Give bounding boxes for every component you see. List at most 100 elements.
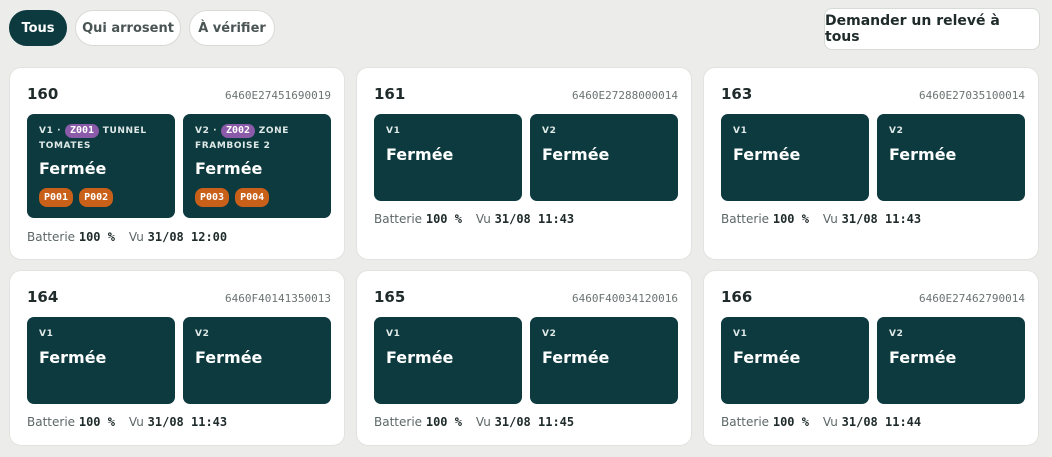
controller-id: 163 — [721, 85, 753, 103]
zone-tag[interactable]: Z002 — [220, 124, 256, 138]
seen-label: Vu — [128, 230, 144, 244]
separator: · — [57, 126, 62, 136]
plant-tags: P001 P002 — [39, 188, 114, 207]
valve-label: V1 — [39, 329, 54, 339]
valve-label: V1 — [386, 126, 401, 136]
valve-label: V1 — [39, 126, 54, 136]
status-line: Batterie 100 % Vu 31/08 11:45 — [374, 415, 574, 429]
zone-tag[interactable]: Z001 — [64, 124, 100, 138]
battery-label: Batterie — [721, 415, 770, 429]
valve-state: Fermée — [39, 159, 107, 178]
controller-id: 166 — [721, 288, 753, 306]
valve-label: V1 — [386, 329, 401, 339]
controller-card[interactable]: 164 6460F40141350013 V1 Fermée V2 Fermée… — [9, 270, 345, 446]
valve-list: V1 Fermée V2 Fermée — [721, 317, 1025, 404]
status-line: Batterie 100 % Vu 31/08 11:43 — [721, 212, 921, 226]
controller-card[interactable]: 163 6460E27035100014 V1 Fermée V2 Fermée… — [703, 67, 1039, 260]
valve-header: V1 · Z001 TUNNEL TOMATES — [39, 124, 163, 154]
seen-label: Vu — [822, 212, 838, 226]
valve-tile[interactable]: V2 Fermée — [877, 317, 1025, 404]
separator: · — [213, 126, 218, 136]
plant-tag[interactable]: P001 — [39, 188, 74, 207]
plant-tag[interactable]: P002 — [79, 188, 114, 207]
seen-value: 31/08 11:45 — [494, 415, 575, 429]
filter-all-chip[interactable]: Tous — [9, 10, 67, 46]
valve-tile[interactable]: V2 Fermée — [530, 317, 678, 404]
battery-value: 100 % — [425, 415, 462, 429]
valve-tile[interactable]: V1 Fermée — [374, 317, 522, 404]
filter-bar: Tous Qui arrosent À vérifier Demander un… — [9, 8, 1040, 50]
controller-serial: 6460E27451690019 — [225, 89, 331, 102]
valve-tile[interactable]: V1 Fermée — [721, 114, 869, 201]
valve-list: V1 Fermée V2 Fermée — [721, 114, 1025, 201]
request-reading-all-button[interactable]: Demander un relevé à tous — [824, 8, 1040, 50]
controller-card[interactable]: 165 6460F40034120016 V1 Fermée V2 Fermée… — [356, 270, 692, 446]
valve-tile[interactable]: V2 Fermée — [183, 317, 331, 404]
valve-list: V1 Fermée V2 Fermée — [374, 317, 678, 404]
battery-label: Batterie — [27, 415, 76, 429]
status-line: Batterie 100 % Vu 31/08 12:00 — [27, 230, 227, 244]
valve-label: V1 — [733, 329, 748, 339]
seen-label: Vu — [822, 415, 838, 429]
battery-value: 100 % — [772, 212, 809, 226]
valve-state: Fermée — [733, 348, 801, 367]
valve-state: Fermée — [889, 348, 957, 367]
valve-tile[interactable]: V1 Fermée — [27, 317, 175, 404]
battery-value: 100 % — [78, 415, 115, 429]
controller-card[interactable]: 166 6460E27462790014 V1 Fermée V2 Fermée… — [703, 270, 1039, 446]
valve-tile[interactable]: V2 · Z002 ZONE FRAMBOISE 2 Fermée P003 P… — [183, 114, 331, 218]
battery-label: Batterie — [721, 212, 770, 226]
controller-serial: 6460F40141350013 — [225, 292, 331, 305]
battery-label: Batterie — [374, 415, 423, 429]
valve-state: Fermée — [386, 348, 454, 367]
valve-state: Fermée — [386, 145, 454, 164]
controller-serial: 6460F40034120016 — [572, 292, 678, 305]
seen-value: 31/08 11:43 — [841, 212, 922, 226]
filter-to-check-chip[interactable]: À vérifier — [189, 10, 275, 46]
seen-label: Vu — [128, 415, 144, 429]
valve-tile[interactable]: V1 · Z001 TUNNEL TOMATES Fermée P001 P00… — [27, 114, 175, 218]
valve-state: Fermée — [195, 159, 263, 178]
valve-list: V1 Fermée V2 Fermée — [374, 114, 678, 201]
controller-id: 160 — [27, 85, 59, 103]
seen-label: Vu — [475, 212, 491, 226]
controller-serial: 6460E27462790014 — [919, 292, 1025, 305]
controller-card[interactable]: 161 6460E27288000014 V1 Fermée V2 Fermée… — [356, 67, 692, 260]
valve-state: Fermée — [542, 348, 610, 367]
valve-label: V2 — [542, 126, 557, 136]
status-line: Batterie 100 % Vu 31/08 11:44 — [721, 415, 921, 429]
seen-label: Vu — [475, 415, 491, 429]
valve-tile[interactable]: V2 Fermée — [530, 114, 678, 201]
valve-list: V1 Fermée V2 Fermée — [27, 317, 331, 404]
controller-id: 165 — [374, 288, 406, 306]
valve-label: V1 — [733, 126, 748, 136]
controller-serial: 6460E27288000014 — [572, 89, 678, 102]
battery-value: 100 % — [78, 230, 115, 244]
filter-watering-chip[interactable]: Qui arrosent — [75, 10, 181, 46]
valve-label: V2 — [889, 126, 904, 136]
plant-tag[interactable]: P003 — [195, 188, 230, 207]
controller-serial: 6460E27035100014 — [919, 89, 1025, 102]
controller-grid: 160 6460E27451690019 V1 · Z001 TUNNEL TO… — [9, 67, 1039, 446]
valve-label: V2 — [889, 329, 904, 339]
valve-state: Fermée — [889, 145, 957, 164]
battery-value: 100 % — [425, 212, 462, 226]
valve-tile[interactable]: V1 Fermée — [374, 114, 522, 201]
seen-value: 31/08 12:00 — [147, 230, 228, 244]
valve-state: Fermée — [733, 145, 801, 164]
valve-state: Fermée — [542, 145, 610, 164]
controller-card[interactable]: 160 6460E27451690019 V1 · Z001 TUNNEL TO… — [9, 67, 345, 260]
valve-header: V2 · Z002 ZONE FRAMBOISE 2 — [195, 124, 319, 154]
valve-tile[interactable]: V1 Fermée — [721, 317, 869, 404]
seen-value: 31/08 11:43 — [494, 212, 575, 226]
plant-tag[interactable]: P004 — [235, 188, 270, 207]
valve-state: Fermée — [195, 348, 263, 367]
plant-tags: P003 P004 — [195, 188, 270, 207]
battery-label: Batterie — [27, 230, 76, 244]
status-line: Batterie 100 % Vu 31/08 11:43 — [27, 415, 227, 429]
controller-id: 164 — [27, 288, 59, 306]
battery-label: Batterie — [374, 212, 423, 226]
valve-label: V2 — [542, 329, 557, 339]
valve-tile[interactable]: V2 Fermée — [877, 114, 1025, 201]
seen-value: 31/08 11:44 — [841, 415, 922, 429]
